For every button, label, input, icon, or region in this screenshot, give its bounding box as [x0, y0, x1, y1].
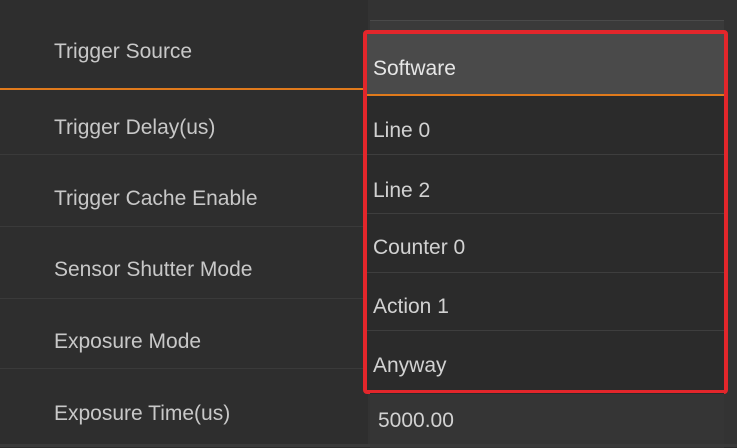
option-divider: [367, 213, 724, 214]
label-sensor-shutter-mode: Sensor Shutter Mode: [54, 258, 253, 281]
trigger-source-dropdown-list[interactable]: Software Line 0 Line 2 Counter 0 Action …: [363, 30, 728, 394]
option-counter-0[interactable]: Counter 0: [367, 237, 724, 258]
option-divider: [367, 272, 724, 273]
option-divider: [367, 330, 724, 331]
exposure-time-value: 5000.00: [378, 409, 454, 432]
selected-option-underline: [367, 94, 724, 96]
row-divider: [0, 226, 368, 227]
option-line-2[interactable]: Line 2: [367, 180, 724, 201]
row-divider: [0, 368, 368, 369]
option-software[interactable]: Software: [367, 34, 724, 94]
property-labels: Trigger Source Trigger Delay(us) Trigger…: [0, 0, 368, 447]
label-exposure-time: Exposure Time(us): [54, 402, 231, 425]
row-divider: [0, 154, 368, 155]
option-line-0[interactable]: Line 0: [367, 120, 724, 141]
option-action-1[interactable]: Action 1: [367, 296, 724, 317]
option-divider: [367, 154, 724, 155]
active-row-indicator: [0, 88, 368, 90]
option-anyway[interactable]: Anyway: [367, 355, 724, 376]
label-trigger-cache-enable: Trigger Cache Enable: [54, 187, 258, 210]
label-exposure-mode: Exposure Mode: [54, 330, 202, 353]
label-trigger-source: Trigger Source: [54, 40, 193, 63]
exposure-time-field[interactable]: 5000.00: [370, 393, 724, 448]
label-trigger-delay: Trigger Delay(us): [54, 116, 216, 139]
row-divider: [0, 298, 368, 299]
